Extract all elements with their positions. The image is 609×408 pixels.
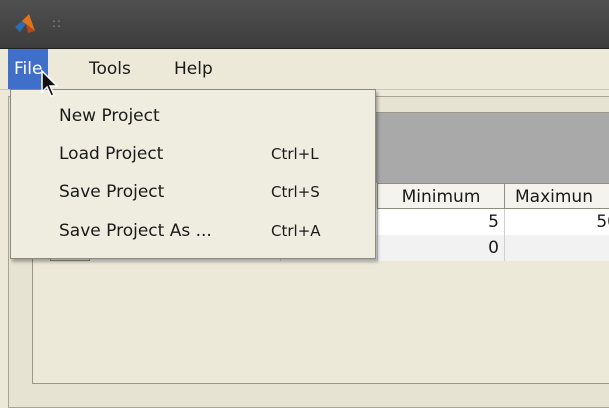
cell-maximum[interactable]: 50 (504, 209, 609, 235)
menu-item-shortcut: Ctrl+A (271, 222, 321, 240)
title-bar: :: (0, 0, 609, 49)
menu-help[interactable]: Help (168, 49, 219, 89)
menu-item-load-project[interactable]: Load Project Ctrl+L (11, 136, 375, 172)
matlab-logo-icon (15, 14, 35, 33)
cell-minimum[interactable]: 0 (377, 235, 505, 261)
menu-item-label: Save Project (59, 182, 165, 202)
menu-bar: File Tools Help (0, 49, 609, 90)
menu-item-label: New Project (59, 106, 160, 126)
menu-item-save-project[interactable]: Save Project Ctrl+S (11, 174, 375, 210)
column-header-maximum[interactable]: Maximun (504, 183, 609, 209)
file-menu-popup: New Project Load Project Ctrl+L Save Pro… (10, 89, 376, 259)
cell-minimum[interactable]: 5 (377, 209, 505, 235)
menu-item-label: Load Project (59, 144, 164, 164)
column-divider (377, 209, 378, 261)
menu-item-save-project-as[interactable]: Save Project As ... Ctrl+A (11, 213, 375, 249)
menu-item-shortcut: Ctrl+S (271, 183, 320, 201)
column-divider (504, 209, 505, 261)
drag-grip-icon[interactable]: :: (52, 17, 62, 29)
menu-tools[interactable]: Tools (83, 49, 137, 89)
menu-item-label: Save Project As ... (59, 221, 212, 241)
menu-item-shortcut: Ctrl+L (271, 145, 319, 163)
cell-maximum[interactable] (504, 235, 609, 261)
column-header-minimum[interactable]: Minimum (377, 183, 505, 209)
mouse-pointer-icon (41, 70, 59, 97)
menu-item-new-project[interactable]: New Project (11, 98, 375, 134)
